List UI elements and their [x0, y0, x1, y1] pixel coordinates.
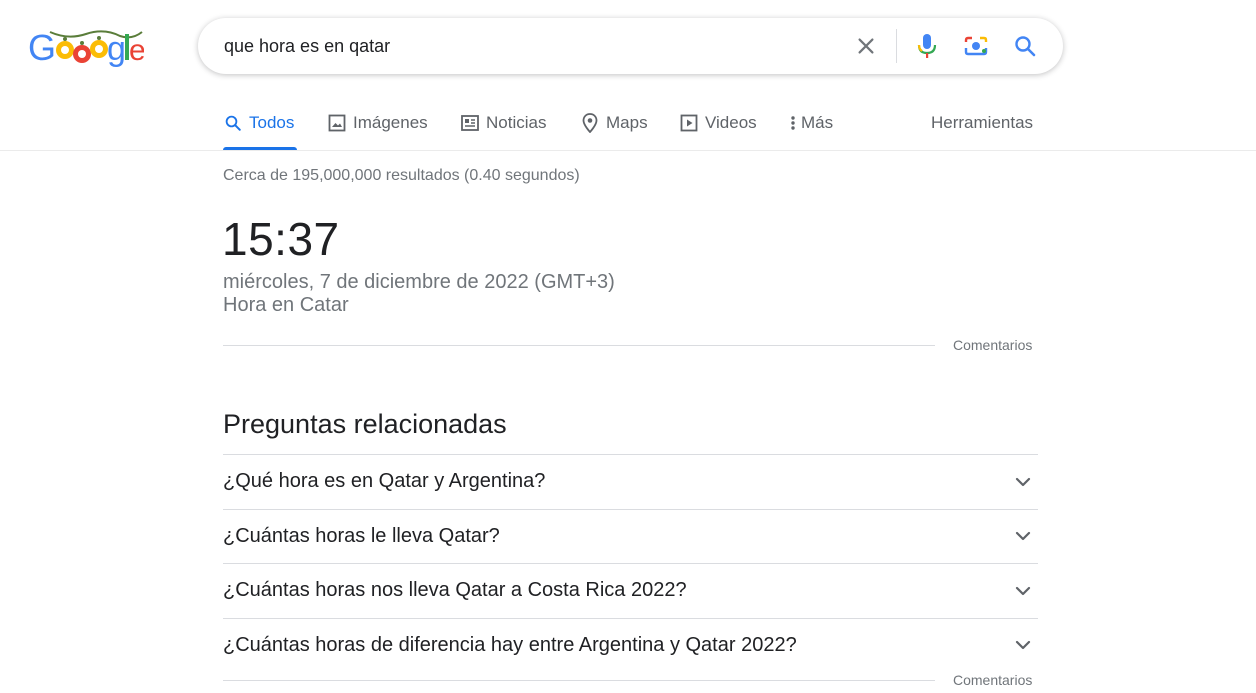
image-icon	[327, 112, 347, 134]
clock-time: 15:37	[222, 213, 340, 265]
play-icon	[679, 112, 699, 134]
result-stats: Cerca de 195,000,000 resultados (0.40 se…	[223, 167, 580, 184]
tab-label: Todos	[249, 113, 295, 132]
microphone-icon[interactable]	[913, 32, 941, 60]
answer-divider	[223, 345, 935, 346]
svg-text:e: e	[129, 34, 144, 67]
svg-text:g: g	[107, 30, 126, 68]
question-text: ¿Cuántas horas le lleva Qatar?	[223, 524, 500, 547]
tab-label: Más	[801, 113, 834, 132]
related-questions-title: Preguntas relacionadas	[223, 409, 507, 439]
more-vert-icon	[787, 112, 799, 134]
tab-maps[interactable]: Maps	[580, 112, 648, 150]
chevron-down-icon	[1015, 641, 1031, 650]
search-box	[198, 18, 1063, 74]
chevron-down-icon	[1015, 477, 1031, 486]
tab-label: Noticias	[486, 113, 547, 132]
chevron-down-icon	[1015, 586, 1031, 595]
tab-todos[interactable]: Todos	[223, 112, 297, 150]
related-question[interactable]: ¿Cuántas horas le lleva Qatar?	[223, 508, 1038, 564]
search-divider	[896, 29, 897, 63]
news-icon	[460, 112, 480, 134]
tab-label: Videos	[705, 113, 757, 132]
tab-videos[interactable]: Videos	[679, 112, 757, 150]
search-tabs: Todos Imágenes Noticias Maps Videos Más	[223, 112, 1038, 150]
tab-label: Imágenes	[353, 113, 428, 132]
feedback-link[interactable]: Comentarios	[953, 672, 1032, 688]
google-logo[interactable]: G g e	[28, 26, 144, 70]
feedback-link[interactable]: Comentarios	[953, 337, 1032, 353]
tab-noticias[interactable]: Noticias	[460, 112, 546, 150]
question-text: ¿Cuántas horas nos lleva Qatar a Costa R…	[223, 579, 687, 602]
nav-divider	[0, 150, 1256, 151]
chevron-down-icon	[1015, 532, 1031, 541]
related-divider	[223, 680, 935, 681]
svg-text:G: G	[28, 27, 56, 68]
related-question[interactable]: ¿Cuántas horas nos lleva Qatar a Costa R…	[223, 563, 1038, 618]
tab-label: Maps	[606, 113, 648, 132]
map-pin-icon	[580, 112, 600, 134]
clock-place: Hora en Catar	[223, 294, 349, 316]
search-input[interactable]	[224, 34, 824, 58]
clock-date: miércoles, 7 de diciembre de 2022 (GMT+3…	[223, 271, 615, 293]
related-question[interactable]: ¿Cuántas horas de diferencia hay entre A…	[223, 617, 1038, 673]
search-submit-icon[interactable]	[1011, 32, 1039, 60]
related-question[interactable]: ¿Qué hora es en Qatar y Argentina?	[223, 454, 1038, 509]
camera-lens-icon[interactable]	[962, 32, 990, 60]
related-questions-list: ¿Qué hora es en Qatar y Argentina? ¿Cuán…	[223, 454, 1038, 672]
close-icon[interactable]	[852, 32, 880, 60]
question-text: ¿Qué hora es en Qatar y Argentina?	[223, 470, 546, 493]
question-text: ¿Cuántas horas de diferencia hay entre A…	[223, 633, 797, 656]
search-icon	[223, 112, 243, 134]
tab-imagenes[interactable]: Imágenes	[327, 112, 428, 150]
tab-mas[interactable]: Más	[787, 112, 833, 150]
tools-button[interactable]: Herramientas	[931, 112, 1033, 134]
